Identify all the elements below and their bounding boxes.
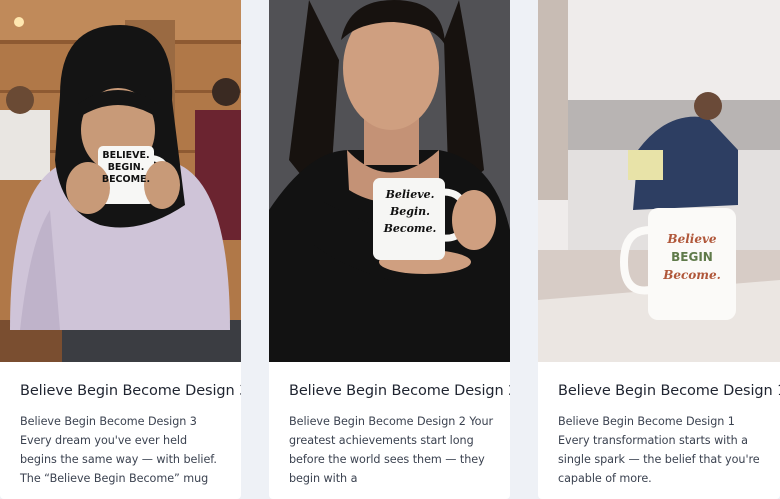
product-description: Believe Begin Become Design 2 Your great… (289, 415, 494, 485)
mug-text-line: BEGIN (671, 250, 713, 264)
product-card[interactable]: Believe Begin Become Design 3 Believe Be… (0, 0, 241, 499)
mug-print-design-2: Believe. Begin. Become. (375, 186, 445, 237)
mug-text-line: BELIEVE. (102, 150, 150, 161)
product-title[interactable]: Believe Begin Become Design 3 (20, 382, 241, 400)
mug-text-line: Become. (383, 222, 437, 235)
mug-on-table-bedroom-photo (538, 0, 780, 362)
mug-text-line: Begin. (390, 205, 430, 218)
mug-text-line: Believe. (385, 188, 435, 201)
product-description: Believe Begin Become Design 3 Every drea… (20, 415, 217, 485)
mug-text-line: BECOME. (101, 174, 151, 185)
mug-text-line: Believe (667, 232, 717, 246)
woman-holding-mug-photo (269, 0, 510, 362)
mug-print-design-3: BELIEVE. BEGIN. BECOME. (100, 150, 152, 186)
product-image[interactable] (538, 0, 780, 362)
product-title[interactable]: Believe Begin Become Design 2 (289, 382, 510, 400)
mug-text-line: BEGIN. (107, 162, 145, 173)
product-description: Believe Begin Become Design 1 Every tran… (558, 415, 760, 485)
product-title[interactable]: Believe Begin Become Design 1 (558, 382, 780, 400)
product-image[interactable] (269, 0, 510, 362)
mug-text-line: Become. (663, 268, 721, 282)
product-card[interactable]: Believe Begin Become Design 2 Believe Be… (269, 0, 510, 499)
mug-print-design-1: Believe BEGIN Become. (650, 230, 734, 284)
